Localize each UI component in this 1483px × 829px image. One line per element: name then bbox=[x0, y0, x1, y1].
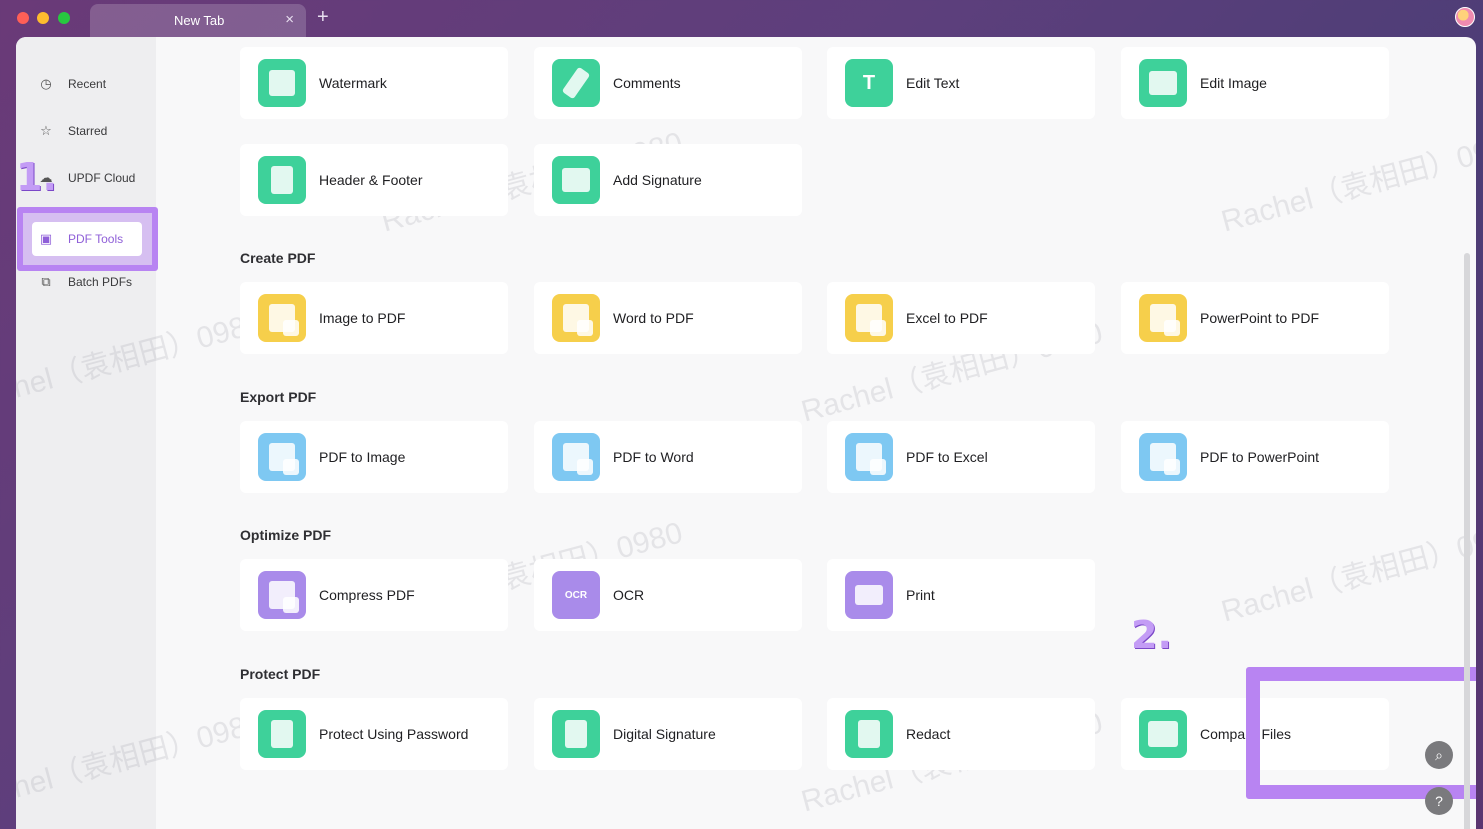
step-1-label: 1. bbox=[16, 155, 57, 199]
tool-pdf-to-word[interactable]: PDF to Word bbox=[534, 421, 802, 493]
redact-icon bbox=[845, 710, 893, 758]
signature-icon bbox=[552, 156, 600, 204]
tool-digital-signature[interactable]: Digital Signature bbox=[534, 698, 802, 770]
sidebar-item-pdf-tools[interactable]: ▣ PDF Tools bbox=[32, 222, 142, 256]
tool-label: OCR bbox=[613, 587, 645, 603]
printer-icon bbox=[845, 571, 893, 619]
pdf-to-excel-icon bbox=[845, 433, 893, 481]
close-tab-icon[interactable]: × bbox=[285, 11, 294, 28]
header-footer-icon bbox=[258, 156, 306, 204]
tool-watermark[interactable]: Watermark bbox=[240, 47, 508, 119]
sidebar-item-label: Recent bbox=[68, 77, 107, 91]
word-to-pdf-icon bbox=[552, 294, 600, 342]
tool-label: Edit Image bbox=[1200, 75, 1267, 91]
tab-title: New Tab bbox=[174, 13, 225, 28]
tool-label: PDF to Excel bbox=[906, 449, 988, 465]
tool-comments[interactable]: Comments bbox=[534, 47, 802, 119]
compress-icon bbox=[258, 571, 306, 619]
tool-label: Edit Text bbox=[906, 75, 960, 91]
app-window: ◷ Recent ☆ Starred ☁ UPDF Cloud ▣ PDF To… bbox=[16, 37, 1476, 829]
toolbox-icon: ▣ bbox=[39, 231, 53, 246]
add-tab-icon[interactable]: + bbox=[317, 7, 329, 27]
tool-label: Comments bbox=[613, 75, 681, 91]
tool-label: Word to PDF bbox=[613, 310, 694, 326]
tool-label: PDF to PowerPoint bbox=[1200, 449, 1320, 465]
pdf-to-image-icon bbox=[258, 433, 306, 481]
tool-label: PowerPoint to PDF bbox=[1200, 310, 1320, 326]
title-bar: New Tab × + bbox=[0, 0, 1483, 38]
step-2-highlight bbox=[1246, 667, 1476, 799]
lock-icon bbox=[258, 710, 306, 758]
pdf-tools-panel: Rachel（袁相田）0980 Rachel（袁相田）0980 Rachel（袁… bbox=[16, 37, 1476, 829]
tool-label: PDF to Word bbox=[613, 449, 694, 465]
search-icon[interactable]: ⌕ bbox=[1425, 741, 1453, 769]
tool-label: Image to PDF bbox=[319, 310, 406, 326]
pdf-to-powerpoint-icon bbox=[1139, 433, 1187, 481]
tool-redact[interactable]: Redact bbox=[827, 698, 1095, 770]
sidebar-item-starred[interactable]: ☆ Starred bbox=[32, 116, 152, 146]
tool-add-signature[interactable]: Add Signature bbox=[534, 144, 802, 216]
section-title-protect-pdf: Protect PDF bbox=[240, 666, 321, 682]
user-avatar[interactable] bbox=[1455, 7, 1475, 27]
tool-label: Header & Footer bbox=[319, 172, 423, 188]
tool-label: Redact bbox=[906, 726, 951, 742]
tool-pdf-to-powerpoint[interactable]: PDF to PowerPoint bbox=[1121, 421, 1389, 493]
image-to-pdf-icon bbox=[258, 294, 306, 342]
tool-label: Digital Signature bbox=[613, 726, 716, 742]
tool-pdf-to-excel[interactable]: PDF to Excel bbox=[827, 421, 1095, 493]
sidebar-item-label: Starred bbox=[68, 124, 108, 138]
edit-text-icon: T bbox=[845, 59, 893, 107]
minimize-window-button[interactable] bbox=[37, 12, 49, 24]
tool-powerpoint-to-pdf[interactable]: PowerPoint to PDF bbox=[1121, 282, 1389, 354]
zoom-window-button[interactable] bbox=[58, 12, 70, 24]
star-icon: ☆ bbox=[40, 123, 52, 138]
sidebar-item-label: Batch PDFs bbox=[68, 275, 133, 289]
tool-protect-using-password[interactable]: Protect Using Password bbox=[240, 698, 508, 770]
sidebar-item-batch-pdfs[interactable]: ⧉ Batch PDFs bbox=[32, 267, 152, 297]
sidebar-item-label: PDF Tools bbox=[68, 232, 124, 246]
tool-edit-text[interactable]: T Edit Text bbox=[827, 47, 1095, 119]
tool-print[interactable]: Print bbox=[827, 559, 1095, 631]
watermark-text: Rachel（袁相田）0980 bbox=[1217, 126, 1476, 239]
tool-label: PDF to Image bbox=[319, 449, 406, 465]
pdf-to-word-icon bbox=[552, 433, 600, 481]
clock-icon: ◷ bbox=[40, 76, 52, 91]
scrollbar[interactable] bbox=[1464, 253, 1470, 829]
step-2-label: 2. bbox=[1131, 613, 1172, 657]
tool-ocr[interactable]: OCR OCR bbox=[534, 559, 802, 631]
section-title-create-pdf: Create PDF bbox=[240, 250, 316, 266]
watermark-icon bbox=[258, 59, 306, 107]
edit-image-icon bbox=[1139, 59, 1187, 107]
tool-label: Excel to PDF bbox=[906, 310, 988, 326]
tool-compress-pdf[interactable]: Compress PDF bbox=[240, 559, 508, 631]
tool-label: Add Signature bbox=[613, 172, 702, 188]
compare-files-icon bbox=[1139, 710, 1187, 758]
tool-label: Watermark bbox=[319, 75, 387, 91]
tool-word-to-pdf[interactable]: Word to PDF bbox=[534, 282, 802, 354]
tool-label: Compress PDF bbox=[319, 587, 415, 603]
section-title-export-pdf: Export PDF bbox=[240, 389, 317, 405]
excel-to-pdf-icon bbox=[845, 294, 893, 342]
highlighter-icon bbox=[552, 59, 600, 107]
section-title-optimize-pdf: Optimize PDF bbox=[240, 527, 332, 543]
help-icon[interactable]: ? bbox=[1425, 787, 1453, 815]
powerpoint-to-pdf-icon bbox=[1139, 294, 1187, 342]
digital-signature-icon bbox=[552, 710, 600, 758]
tool-label: Protect Using Password bbox=[319, 726, 469, 742]
tool-excel-to-pdf[interactable]: Excel to PDF bbox=[827, 282, 1095, 354]
tool-image-to-pdf[interactable]: Image to PDF bbox=[240, 282, 508, 354]
batch-icon: ⧉ bbox=[41, 274, 51, 289]
ocr-icon: OCR bbox=[552, 571, 600, 619]
tool-edit-image[interactable]: Edit Image bbox=[1121, 47, 1389, 119]
tool-header-footer[interactable]: Header & Footer bbox=[240, 144, 508, 216]
tool-label: Print bbox=[906, 587, 935, 603]
sidebar-item-recent[interactable]: ◷ Recent bbox=[32, 69, 152, 99]
watermark-text: Rachel（袁相田）0980 bbox=[1217, 516, 1476, 629]
sidebar-item-label: UPDF Cloud bbox=[68, 171, 136, 185]
tool-pdf-to-image[interactable]: PDF to Image bbox=[240, 421, 508, 493]
tab-new-tab[interactable]: New Tab × bbox=[90, 4, 306, 38]
close-window-button[interactable] bbox=[17, 12, 29, 24]
